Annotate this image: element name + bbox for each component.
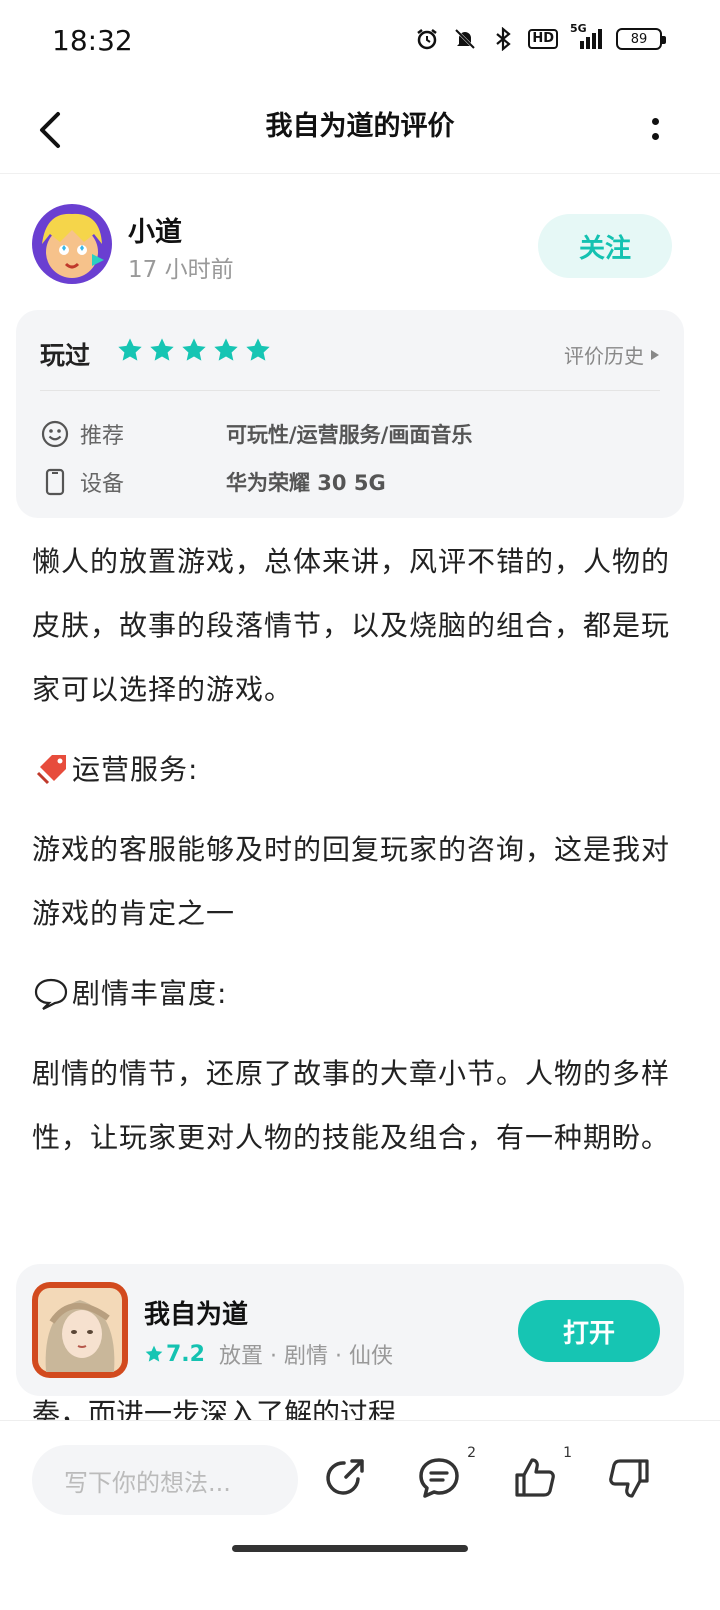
rating-card: 玩过 评价历史 推荐 可玩性/运营服务/画面音乐 设备 华为荣耀 30 5G	[16, 310, 684, 518]
game-meta: 7.2 放置 · 剧情 · 仙侠	[144, 1338, 393, 1370]
speech-bubble-icon	[32, 975, 70, 1013]
recommend-row: 推荐 可玩性/运营服务/画面音乐	[40, 416, 660, 452]
section-heading-text: 运营服务:	[72, 753, 199, 786]
bluetooth-icon	[490, 26, 516, 52]
divider	[40, 390, 660, 391]
nav-bar: 我自为道的评价	[0, 86, 720, 174]
follow-button[interactable]: 关注	[538, 214, 672, 278]
device-key: 设备	[80, 472, 125, 497]
thumbs-down-icon	[609, 1459, 649, 1498]
rating-history-label: 评价历史	[564, 344, 644, 368]
more-options-button[interactable]	[640, 104, 670, 154]
network-type-label: 5G	[570, 22, 587, 35]
device-row: 设备 华为荣耀 30 5G	[40, 464, 660, 500]
review-section-heading: 运营服务:	[32, 738, 672, 802]
share-button[interactable]	[320, 1453, 370, 1503]
game-icon	[32, 1282, 128, 1378]
section-heading-text: 剧情丰富度:	[72, 977, 228, 1010]
game-name: 我自为道	[144, 1300, 249, 1330]
star-rating	[116, 336, 272, 364]
game-score-value: 7.2	[166, 1341, 205, 1367]
review-paragraph: 懒人的放置游戏，总体来讲，风评不错的，人物的皮肤，故事的段落情节，以及烧脑的组合…	[32, 545, 671, 706]
bottom-action-bar: 写下你的想法... 2 1	[0, 1420, 720, 1610]
triangle-right-icon	[651, 349, 659, 360]
star-icon	[145, 1345, 163, 1362]
more-dot-icon	[651, 118, 659, 125]
review-body: 懒人的放置游戏，总体来讲，风评不错的，人物的皮肤，故事的段落情节，以及烧脑的组合…	[32, 530, 672, 1170]
star-icon	[150, 338, 174, 361]
game-card[interactable]: 我自为道 7.2 放置 · 剧情 · 仙侠 打开	[16, 1264, 684, 1396]
device-value: 华为荣耀 30 5G	[226, 471, 386, 495]
phone-icon	[40, 467, 70, 497]
star-icon	[246, 338, 270, 361]
game-tags: 放置 · 剧情 · 仙侠	[218, 1344, 393, 1369]
star-icon	[182, 338, 206, 361]
thumbs-up-icon	[515, 1458, 555, 1497]
like-button[interactable]: 1	[510, 1445, 572, 1503]
author-name[interactable]: 小道	[128, 210, 182, 249]
status-time: 18:32	[52, 24, 133, 57]
recommend-key: 推荐	[80, 424, 125, 449]
comment-icon	[419, 1458, 459, 1498]
status-bar: 18:32 HD 5G 89	[0, 0, 720, 86]
review-paragraph-partial: 奏，而进一步深入了解的过程	[32, 1398, 396, 1420]
home-indicator[interactable]	[232, 1545, 468, 1552]
game-score: 7.2	[144, 1342, 205, 1367]
signal-icon: 5G	[570, 22, 604, 52]
alarm-icon	[414, 26, 440, 52]
review-section-heading: 剧情丰富度:	[32, 962, 672, 1026]
smile-icon	[40, 419, 70, 449]
more-dot-icon	[651, 133, 659, 140]
comment-input[interactable]: 写下你的想法...	[32, 1445, 298, 1515]
review-paragraph: 剧情的情节，还原了故事的大章小节。人物的多样性，让玩家更对人物的技能及组合，有一…	[32, 1057, 671, 1154]
star-icon	[214, 338, 238, 361]
rating-history-link[interactable]: 评价历史	[564, 340, 660, 369]
status-icons: HD 5G 89	[414, 22, 666, 52]
comment-button[interactable]: 2	[414, 1445, 476, 1503]
partial-text: 奏，而进一步深入了解的过程	[32, 1398, 397, 1420]
avatar[interactable]	[32, 204, 112, 284]
review-paragraph: 游戏的客服能够及时的回复玩家的咨询，这是我对游戏的肯定之一	[32, 833, 671, 930]
bookmark-tag-icon	[32, 751, 70, 789]
mute-bell-icon	[452, 26, 478, 52]
page-title: 我自为道的评价	[265, 111, 455, 142]
recommend-value: 可玩性/运营服务/画面音乐	[226, 423, 473, 447]
battery-icon: 89	[616, 28, 666, 50]
share-icon	[326, 1459, 364, 1495]
star-icon	[118, 338, 142, 361]
dislike-button[interactable]	[604, 1453, 654, 1503]
post-time: 17 小时前	[128, 257, 234, 283]
comment-count: 2	[467, 1445, 476, 1461]
open-game-button[interactable]: 打开	[518, 1300, 660, 1362]
play-status: 玩过	[40, 341, 91, 370]
hd-icon: HD	[528, 29, 558, 49]
author-row: 小道 17 小时前 关注	[32, 204, 672, 288]
like-count: 1	[563, 1445, 572, 1461]
